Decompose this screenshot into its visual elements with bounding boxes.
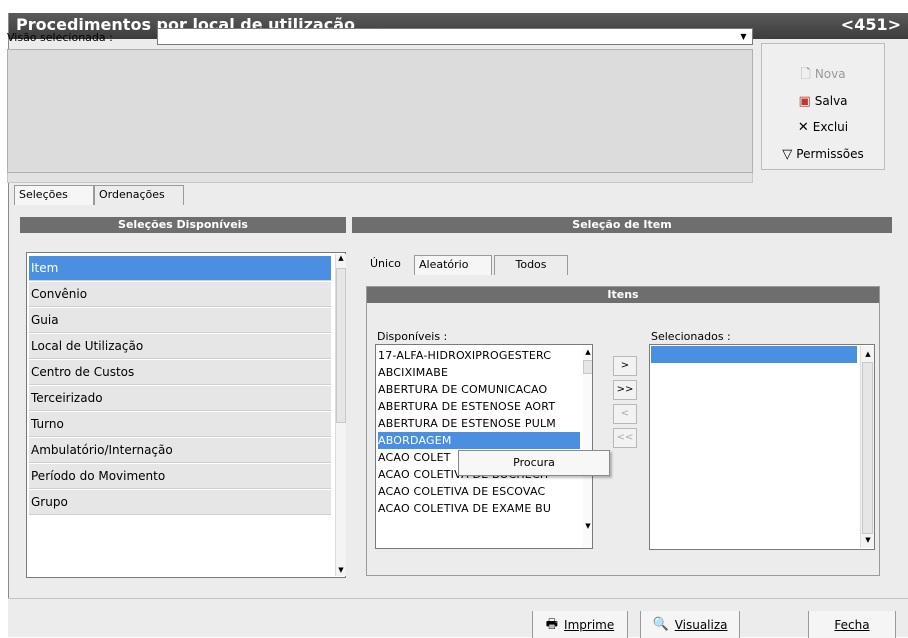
list-item[interactable]: Item: [29, 256, 331, 281]
list-item[interactable]: ABORDAGEM: [378, 432, 580, 449]
list-item[interactable]: Local de Utilização: [29, 334, 331, 359]
save-icon: ▣: [798, 93, 811, 109]
visualiza-button[interactable]: 🔍 Visualiza: [640, 611, 740, 638]
selecoes-disponiveis-list: Item Convênio Guia Local de Utilização C…: [26, 252, 346, 578]
list-item[interactable]: ACAO COLETIVA DE ESCOVAC: [378, 483, 580, 500]
list-item[interactable]: ABCIXIMABE: [378, 364, 580, 381]
scroll-up-icon[interactable]: ▲: [336, 254, 346, 262]
selecionados-list: ▲ ▼: [649, 344, 875, 550]
exclui-button[interactable]: ✕ Exclui: [762, 115, 884, 139]
list-item[interactable]: Guia: [29, 308, 331, 333]
printer-icon: 🖶: [545, 617, 559, 632]
visao-label: Visão selecionada :: [7, 31, 113, 44]
selecionados-scrollbar[interactable]: ▲ ▼: [860, 346, 874, 548]
list-item[interactable]: Grupo: [29, 490, 331, 515]
list-item[interactable]: Ambulatório/Internação: [29, 438, 331, 463]
tab-todos[interactable]: Todos: [494, 255, 568, 275]
move-selected-left-button[interactable]: <: [613, 404, 637, 424]
selecao-de-item-panel: Único Aleatório Todos Itens Disponíveis …: [352, 234, 892, 586]
disponiveis-scrollbar[interactable]: ▲ ▼: [583, 346, 592, 548]
visao-horizontal-scrollbar[interactable]: [7, 173, 753, 183]
tab-aleatorio[interactable]: Aleatório: [414, 255, 492, 275]
dropdown-arrow-icon[interactable]: ▼: [737, 30, 750, 43]
visao-description-area: [7, 49, 753, 173]
nova-button[interactable]: 🗋 Nova: [762, 62, 884, 86]
list-item[interactable]: ABERTURA DE ESTENOSE PULM: [378, 415, 580, 432]
scroll-down-icon[interactable]: ▼: [583, 522, 592, 530]
list-item[interactable]: Centro de Custos: [29, 360, 331, 385]
context-menu: Procura: [458, 450, 610, 476]
window-code: <451>: [840, 15, 901, 34]
itens-group: Itens Disponíveis : Selecionados : 17-AL…: [366, 286, 880, 576]
list-item[interactable]: Período do Movimento: [29, 464, 331, 489]
scroll-thumb[interactable]: [583, 360, 592, 374]
list-item[interactable]: 17-ALFA-HIDROXIPROGESTERC: [378, 347, 580, 364]
tab-unico[interactable]: Único: [366, 255, 414, 275]
exclui-label: Exclui: [812, 120, 849, 134]
itens-header: Itens: [367, 287, 879, 303]
move-all-right-button[interactable]: >>: [613, 380, 637, 400]
new-document-icon: 🗋: [800, 66, 811, 82]
bottom-bar: 🖶 Imprime 🔍 Visualiza Fecha: [8, 598, 908, 638]
context-menu-procura[interactable]: Procura: [513, 456, 555, 469]
visao-dropdown[interactable]: ▼: [157, 28, 753, 45]
list-item[interactable]: Convênio: [29, 282, 331, 307]
left-list-scrollbar[interactable]: ▲ ▼: [335, 254, 346, 576]
list-item[interactable]: ABERTURA DE ESTENOSE AORT: [378, 398, 580, 415]
preview-icon: 🔍: [652, 617, 669, 632]
scroll-up-icon[interactable]: ▲: [583, 348, 592, 356]
selecionados-label: Selecionados :: [651, 330, 731, 343]
filter-icon: ▽: [782, 146, 793, 162]
list-item[interactable]: Turno: [29, 412, 331, 437]
scroll-thumb[interactable]: [336, 268, 346, 423]
tab-selecoes[interactable]: Seleções: [14, 185, 94, 205]
salva-label: Salva: [814, 94, 848, 108]
fecha-label: Fecha: [834, 617, 870, 632]
list-item[interactable]: ACAO COLETIVA DE EXAME BU: [378, 500, 580, 517]
nova-label: Nova: [814, 67, 846, 81]
move-all-left-button[interactable]: <<: [613, 428, 637, 448]
imprime-label: Imprime: [564, 617, 615, 632]
disponiveis-list: 17-ALFA-HIDROXIPROGESTERC ABCIXIMABE ABE…: [375, 344, 593, 549]
scroll-up-icon[interactable]: ▲: [862, 350, 874, 358]
selected-empty-row[interactable]: [651, 346, 857, 363]
tab-ordenacoes[interactable]: Ordenações: [94, 185, 184, 205]
permissoes-label: Permissões: [796, 147, 864, 161]
scroll-down-icon[interactable]: ▼: [862, 536, 874, 544]
list-item[interactable]: Terceirizado: [29, 386, 331, 411]
selecoes-disponiveis-header: Seleções Disponíveis: [20, 217, 346, 233]
disponiveis-label: Disponíveis :: [377, 330, 448, 343]
visualiza-label: Visualiza: [674, 617, 728, 632]
scroll-down-icon[interactable]: ▼: [336, 566, 346, 574]
fecha-button[interactable]: Fecha: [808, 611, 896, 638]
list-item[interactable]: ABERTURA DE COMUNICACAO: [378, 381, 580, 398]
imprime-button[interactable]: 🖶 Imprime: [532, 611, 628, 638]
permissoes-button[interactable]: ▽ Permissões: [762, 142, 884, 166]
visao-actions-panel: 🗋 Nova ▣ Salva ✕ Exclui ▽ Permissões: [761, 43, 885, 170]
delete-x-icon: ✕: [797, 119, 809, 135]
scroll-thumb[interactable]: [862, 362, 873, 534]
salva-button[interactable]: ▣ Salva: [762, 89, 884, 113]
move-selected-right-button[interactable]: >: [613, 356, 637, 376]
selecao-de-item-header: Seleção de Item: [352, 217, 892, 233]
